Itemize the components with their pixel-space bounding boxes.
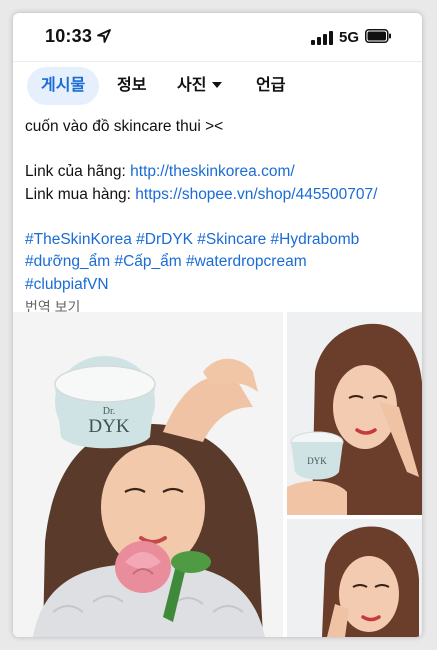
hashtags-line[interactable]: #dưỡng_ẩm #Cấp_ẩm #waterdropcream [25,251,415,274]
jar-brand-large: DYK [307,456,327,466]
photo-grid: Dr. DYK DYK [13,312,422,637]
hashtags-line[interactable]: #clubpiafVN [25,274,415,297]
brand-link-row: Link của hãng: http://theskinkorea.com/ [25,163,295,180]
post-body: cuốn vào đồ skincare thui >< Link của hã… [25,116,415,319]
location-arrow-icon [97,29,111,43]
signal-icon [311,31,333,45]
tab-posts[interactable]: 게시물 [27,67,100,105]
tab-mentions[interactable]: 언급 [256,67,285,105]
status-time: 10:33 [45,26,93,46]
post-photo-2[interactable]: DYK [287,312,422,515]
post-caption: cuốn vào đồ skincare thui >< [25,118,224,135]
shop-link[interactable]: https://shopee.vn/shop/445500707/ [135,186,377,203]
battery-icon [365,29,391,43]
hashtags-line[interactable]: #TheSkinKorea #DrDYK #Skincare #Hydrabom… [25,229,415,252]
phone-screen: 10:33 5G 게시물 정보 사진 언급 cuốn vào đồ skinca… [13,13,422,637]
status-divider [13,61,422,62]
network-type: 5G [339,29,360,46]
post-photo-3[interactable] [287,519,422,637]
post-photo-main[interactable]: Dr. DYK [13,312,283,637]
jar-brand-large: DYK [88,416,129,437]
tab-photos[interactable]: 사진 [177,67,223,105]
tab-about[interactable]: 정보 [117,67,146,105]
status-bar: 10:33 5G [13,13,422,61]
chevron-down-icon [212,82,223,88]
shop-link-row: Link mua hàng: https://shopee.vn/shop/44… [25,185,378,203]
brand-link[interactable]: http://theskinkorea.com/ [130,163,295,180]
